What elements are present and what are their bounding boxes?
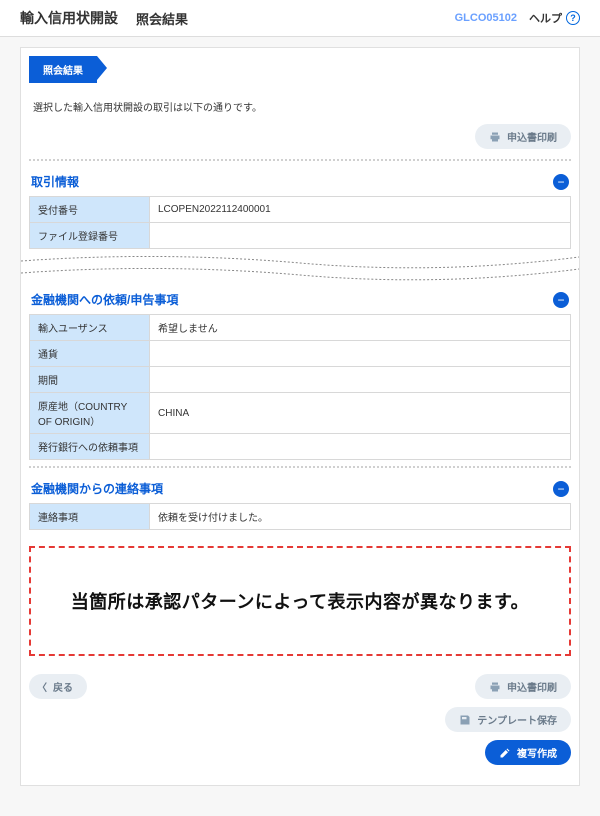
value-receipt-no: LCOPEN2022112400001 [150,197,571,223]
label-currency: 通貨 [30,341,150,367]
print-button-bottom[interactable]: 申込書印刷 [475,674,571,699]
contact-table: 連絡事項 依頼を受け付けました。 [29,503,571,530]
header-right: GLCO05102 ヘルプ ? [455,10,580,26]
value-currency [150,341,571,367]
table-row: 連絡事項 依頼を受け付けました。 [30,504,571,530]
section-request-title: 金融機関への依頼/申告事項 [31,291,178,308]
label-insurance: 輸入ユーザンス [30,315,150,341]
print-button-top[interactable]: 申込書印刷 [475,124,571,149]
label-period: 期間 [30,367,150,393]
help-icon: ? [566,11,580,25]
value-insurance: 希望しません [150,315,571,341]
help-label: ヘルプ [529,10,562,26]
top-button-row: 申込書印刷 [29,124,571,149]
value-bank-request [150,434,571,460]
table-row: 原産地（COUNTRY OF ORIGIN） CHINA [30,393,571,434]
section-transaction-title: 取引情報 [31,173,79,190]
pencil-icon [499,747,511,759]
template-save-button[interactable]: テンプレート保存 [445,707,571,732]
section-request: 金融機関への依頼/申告事項 − 輸入ユーザンス 希望しません 通貨 [29,287,571,460]
table-row: 輸入ユーザンス 希望しません [30,315,571,341]
print-button-label: 申込書印刷 [507,679,557,694]
value-origin: CHINA [150,393,571,434]
help-link[interactable]: ヘルプ ? [529,10,580,26]
template-save-label: テンプレート保存 [477,712,557,727]
value-file-reg [150,223,571,249]
footer-buttons: 〈 戻る 申込書印刷 テンプレート保存 [29,674,571,765]
minus-icon: − [557,175,564,189]
page-subtitle: 照会結果 [136,9,188,28]
printer-icon [489,681,501,693]
copy-create-label: 複写作成 [517,745,557,760]
content-gap [21,251,579,281]
table-row: ファイル登録番号 [30,223,571,249]
breadcrumb-step: 照会結果 [29,56,97,83]
back-button[interactable]: 〈 戻る [29,674,87,699]
footer-right: 申込書印刷 テンプレート保存 複写作成 [445,674,571,765]
section-contact: 金融機関からの連絡事項 − 連絡事項 依頼を受け付けました。 [29,466,571,530]
approval-pattern-notice: 当箇所は承認パターンによって表示内容が異なります。 [29,546,571,656]
value-period [150,367,571,393]
table-row: 受付番号 LCOPEN2022112400001 [30,197,571,223]
footer-left: 〈 戻る [29,674,87,699]
section-transaction-head: 取引情報 − [29,169,571,196]
page-title: 輸入信用状開設 [20,8,118,28]
chevron-left-icon: 〈 [37,679,47,694]
panel: 照会結果 選択した輸入信用状開設の取引は以下の通りです。 申込書印刷 取引情報 … [20,47,580,786]
minus-icon: − [557,293,564,307]
label-bank-request: 発行銀行への依頼事項 [30,434,150,460]
value-contact-note: 依頼を受け付けました。 [150,504,571,530]
intro-text: 選択した輸入信用状開設の取引は以下の通りです。 [33,99,567,114]
page: 輸入信用状開設 照会結果 GLCO05102 ヘルプ ? 照会結果 選択した輸入… [0,0,600,816]
table-row: 発行銀行への依頼事項 [30,434,571,460]
table-row: 通貨 [30,341,571,367]
collapse-button[interactable]: − [553,481,569,497]
content-area: 照会結果 選択した輸入信用状開設の取引は以下の通りです。 申込書印刷 取引情報 … [0,37,600,816]
request-table: 輸入ユーザンス 希望しません 通貨 期間 原産地（COUNTRY OF ORIG… [29,314,571,460]
section-request-head: 金融機関への依頼/申告事項 − [29,287,571,314]
breadcrumb-step-label: 照会結果 [43,66,83,77]
label-file-reg: ファイル登録番号 [30,223,150,249]
page-header: 輸入信用状開設 照会結果 GLCO05102 ヘルプ ? [0,0,600,37]
collapse-button[interactable]: − [553,174,569,190]
label-receipt-no: 受付番号 [30,197,150,223]
save-icon [459,714,471,726]
back-button-label: 戻る [53,679,73,694]
section-transaction: 取引情報 − 受付番号 LCOPEN2022112400001 ファイル登録番号 [29,159,571,249]
print-button-label: 申込書印刷 [507,129,557,144]
screen-code: GLCO05102 [455,12,517,24]
collapse-button[interactable]: − [553,292,569,308]
copy-create-button[interactable]: 複写作成 [485,740,571,765]
minus-icon: − [557,482,564,496]
approval-pattern-text: 当箇所は承認パターンによって表示内容が異なります。 [41,588,559,614]
transaction-table: 受付番号 LCOPEN2022112400001 ファイル登録番号 [29,196,571,249]
section-contact-head: 金融機関からの連絡事項 − [29,476,571,503]
section-contact-title: 金融機関からの連絡事項 [31,480,163,497]
label-contact-note: 連絡事項 [30,504,150,530]
table-row: 期間 [30,367,571,393]
label-origin: 原産地（COUNTRY OF ORIGIN） [30,393,150,434]
printer-icon [489,131,501,143]
